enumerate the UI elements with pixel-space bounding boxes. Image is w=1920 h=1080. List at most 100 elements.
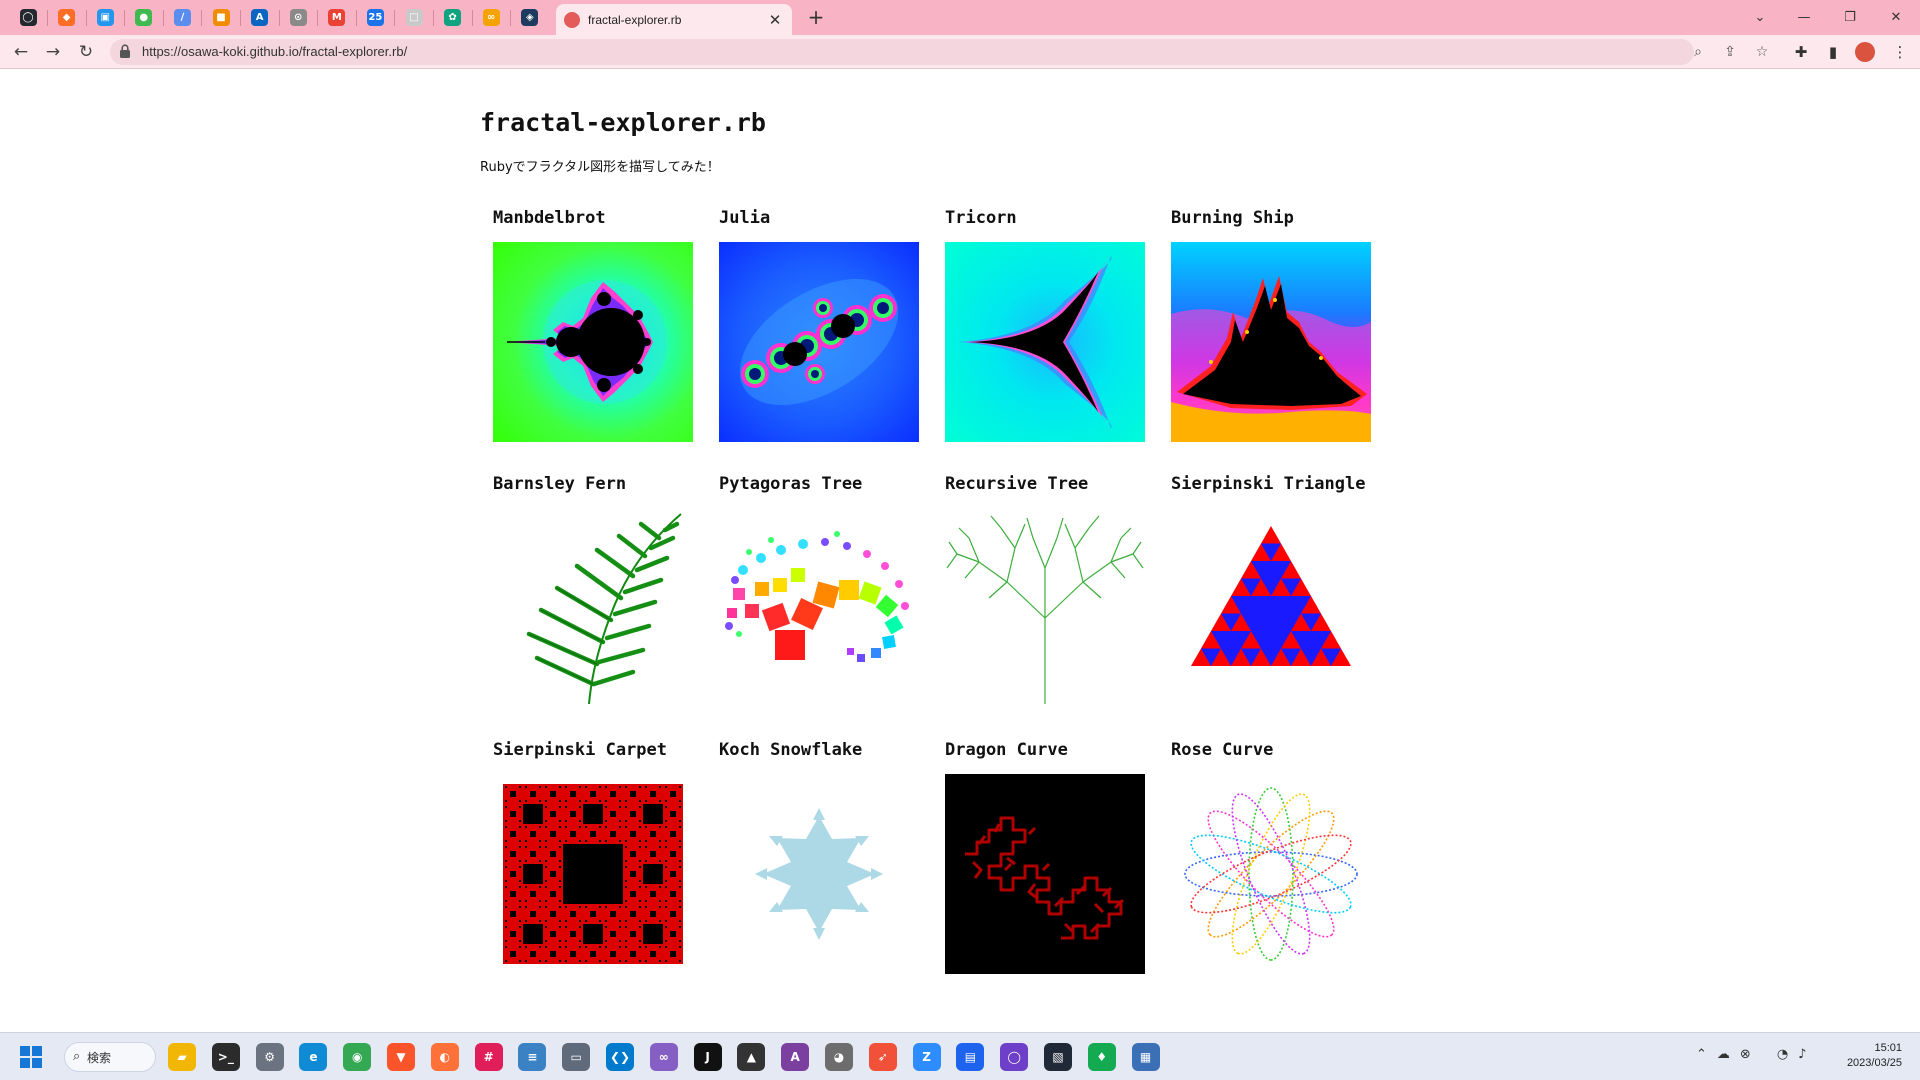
pinned-tab[interactable]: ◈ (516, 4, 544, 31)
tab-separator (85, 10, 87, 26)
package-app-icon[interactable]: ▧ (1044, 1043, 1072, 1071)
pinned-tab[interactable]: ∞ (477, 4, 505, 31)
gmail-icon: M (328, 9, 346, 26)
blank-page-icon: □ (405, 9, 423, 26)
edge-icon[interactable]: e (299, 1043, 328, 1071)
dev-tool-icon: ∕ (173, 9, 191, 26)
vscode-icon[interactable]: ❮❯ (606, 1043, 634, 1071)
firefox-icon[interactable]: ◐ (430, 1043, 459, 1071)
tab-separator (162, 10, 164, 26)
wifi-icon[interactable]: ◔ (1777, 1047, 1788, 1067)
bookmark-star-icon[interactable]: ☆ (1753, 43, 1771, 61)
diamond-app-icon: ◈ (521, 9, 539, 26)
pinned-tab[interactable]: ✿ (439, 4, 467, 31)
page-description: Rubyでフラクタル図形を描写してみた！ (480, 160, 720, 175)
swift-icon[interactable]: ➶ (868, 1043, 897, 1071)
file-explorer-icon[interactable]: ▰ (168, 1043, 196, 1071)
pinned-tab[interactable]: ■ (207, 4, 235, 31)
fractal-title: Sierpinski Carpet (493, 740, 667, 760)
pinned-tab[interactable]: ◆ (53, 4, 81, 31)
fractal-title: Burning Ship (1171, 208, 1294, 228)
fractal-title: Pytagoras Tree (719, 474, 863, 494)
mandelbrot-image (493, 242, 693, 442)
fractal-card-rose-curve: Rose Curve (1171, 740, 1371, 961)
slack-icon[interactable]: # (474, 1043, 503, 1071)
system-tray: ⌃ ☁ ⊗ ◔ ♪ (1696, 1047, 1806, 1067)
pinned-tab[interactable]: ∕ (168, 4, 196, 31)
settings-icon[interactable]: ⚙ (255, 1043, 284, 1071)
windows-start-icon[interactable] (20, 1046, 42, 1068)
fractal-title: Julia (719, 208, 771, 228)
zoom-icon[interactable]: ⌕ (1689, 43, 1707, 61)
volume-icon[interactable]: ♪ (1798, 1047, 1806, 1067)
inkscape-icon[interactable]: ▲ (737, 1043, 766, 1071)
windows-taskbar: ⌕ 検索 ▰ >_ ⚙ e ◉ ▼ ◐ # ≡ ▭ ❮❯ ∞ J ▲ A ◕ ➶ Z ▤ ◯ ▧ ♦ ▦ ⌃ ☁ ⊗ ◔ ♪… (0, 1032, 1920, 1080)
lock-icon (120, 44, 130, 58)
web-page: fractal-explorer.rb Rubyでフラクタル図形を描写してみた！… (0, 70, 1920, 1032)
rose-curve-image (1184, 787, 1358, 961)
docker-desktop-icon[interactable]: ▤ (956, 1043, 985, 1071)
azure-icon: A (251, 9, 269, 26)
share-icon[interactable]: ⇪ (1721, 43, 1739, 61)
sierpinski-carpet-image (503, 784, 683, 964)
pinned-tab[interactable]: □ (400, 4, 428, 31)
mongodb-icon[interactable]: ♦ (1087, 1043, 1116, 1071)
side-panel-icon[interactable]: ▮ (1821, 40, 1845, 64)
dragon-curve-image (945, 774, 1145, 974)
fractal-card-recursive-tree: Recursive Tree (945, 474, 1145, 704)
recursive-tree-image (946, 515, 1144, 704)
tab-separator (317, 10, 319, 26)
tiles-app-icon[interactable]: ▦ (1131, 1043, 1160, 1071)
zoom-icon[interactable]: Z (912, 1043, 941, 1071)
xbox-icon[interactable]: ⊗ (1740, 1047, 1751, 1067)
search-label: 検索 (87, 1050, 112, 1065)
github-desktop-icon[interactable]: ◯ (1000, 1043, 1029, 1071)
browser-toolbar: ← → ↻ https://osawa-koki.github.io/fract… (0, 35, 1920, 69)
gitlab-icon: ◆ (58, 9, 76, 26)
forward-button[interactable]: → (40, 39, 66, 65)
fractal-title: Sierpinski Triangle (1171, 474, 1366, 494)
pinned-tab[interactable]: M (323, 4, 351, 31)
pinned-tab[interactable]: ● (130, 4, 158, 31)
notepad-icon[interactable]: ≡ (518, 1043, 547, 1071)
fractal-title: Recursive Tree (945, 474, 1089, 494)
restore-button[interactable]: ❐ (1830, 4, 1870, 30)
url-text: https://osawa-koki.github.io/fractal-exp… (142, 44, 408, 59)
pinned-tab[interactable]: 25 (361, 4, 389, 31)
jetbrains-icon[interactable]: J (693, 1043, 722, 1071)
pinned-tab[interactable]: A (246, 4, 274, 31)
reload-button[interactable]: ↻ (73, 39, 99, 65)
onedrive-icon[interactable]: ☁ (1717, 1047, 1730, 1067)
brave-icon[interactable]: ▼ (387, 1043, 415, 1071)
gimp-icon[interactable]: ◕ (825, 1043, 853, 1071)
terminal-icon[interactable]: >_ (211, 1043, 240, 1071)
profile-avatar[interactable] (1855, 42, 1875, 62)
remote-desktop-icon[interactable]: ▭ (562, 1043, 591, 1071)
address-bar[interactable]: https://osawa-koki.github.io/fractal-exp… (110, 39, 1768, 65)
new-tab-button[interactable]: + (804, 5, 828, 29)
menu-kebab-icon[interactable]: ⋮ (1888, 40, 1912, 64)
tray-chevron-icon[interactable]: ⌃ (1696, 1047, 1707, 1067)
close-window-button[interactable]: ✕ (1876, 4, 1916, 30)
taskbar-search[interactable]: ⌕ 検索 (64, 1042, 156, 1072)
close-tab-icon[interactable]: ✕ (766, 11, 784, 29)
fractal-title: Barnsley Fern (493, 474, 627, 494)
extensions-icon[interactable]: ✚ (1789, 40, 1813, 64)
fractal-card-pythagoras-tree: Pytagoras Tree (719, 474, 919, 662)
pinned-tab[interactable]: ▣ (91, 4, 119, 31)
chrome-icon[interactable]: ◉ (343, 1043, 372, 1071)
fractal-card-sierpinski-triangle: Sierpinski Triangle (1171, 474, 1371, 666)
clock[interactable]: 15:01 2023/03/25 (1836, 1041, 1902, 1071)
green-app-icon: ● (135, 9, 153, 26)
back-button[interactable]: ← (8, 39, 34, 65)
clock-time: 15:01 (1874, 1042, 1902, 1054)
pinned-tab[interactable]: ◯ (14, 4, 42, 31)
fractal-card-julia: Julia (719, 208, 919, 442)
search-icon: ⌕ (73, 1049, 81, 1064)
tab-search-chevron-icon[interactable]: ⌄ (1740, 4, 1780, 30)
affinity-icon[interactable]: A (781, 1043, 810, 1071)
active-tab[interactable]: fractal-explorer.rb ✕ (556, 4, 792, 35)
minimize-button[interactable]: — (1784, 4, 1824, 30)
pinned-tab[interactable]: ⊙ (284, 4, 312, 31)
visual-studio-icon[interactable]: ∞ (649, 1043, 678, 1071)
